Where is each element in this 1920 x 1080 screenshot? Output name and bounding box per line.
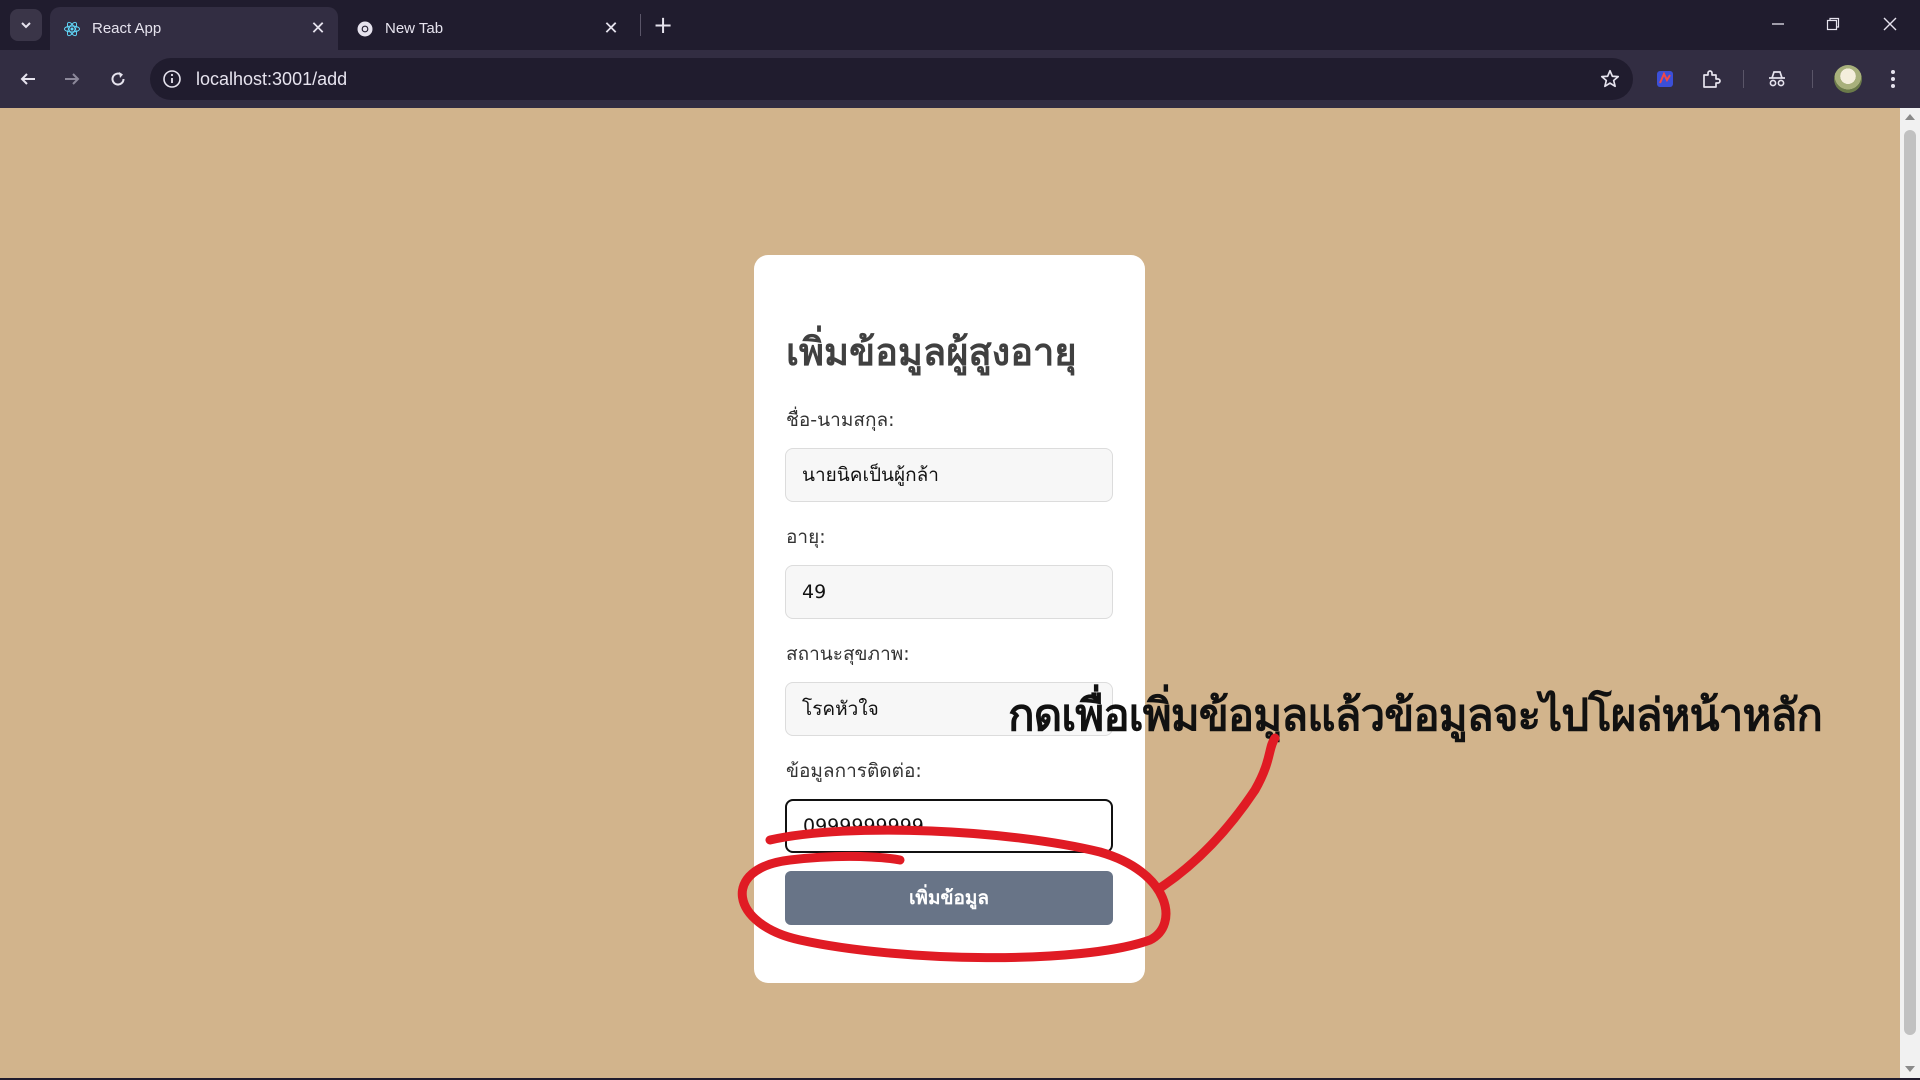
close-window-button[interactable] xyxy=(1870,8,1910,40)
star-icon[interactable] xyxy=(1599,68,1621,90)
info-icon[interactable] xyxy=(162,69,182,89)
contact-label: ข้อมูลการติดต่อ: xyxy=(786,760,922,782)
minimize-button[interactable] xyxy=(1758,8,1798,40)
profile-avatar[interactable] xyxy=(1834,65,1862,93)
address-bar[interactable]: localhost:3001/add xyxy=(150,58,1633,100)
react-icon xyxy=(62,19,82,39)
browser-toolbar: localhost:3001/add xyxy=(0,50,1920,108)
toolbar-divider xyxy=(1812,70,1813,88)
reload-icon xyxy=(111,72,125,86)
extension-badge-icon[interactable] xyxy=(1651,65,1679,93)
form-title: เพิ่มข้อมูลผู้สูงอายุ xyxy=(786,330,1077,374)
contact-input[interactable]: 0999999999 xyxy=(785,799,1113,853)
tab-title: React App xyxy=(92,20,162,37)
url-text: localhost:3001/add xyxy=(196,69,348,89)
chrome-icon xyxy=(355,19,375,39)
back-button[interactable] xyxy=(12,63,44,95)
tab-strip: React App ✕ New Tab ✕ + xyxy=(0,0,1920,50)
tab-new-tab[interactable]: New Tab ✕ xyxy=(343,7,631,50)
restore-button[interactable] xyxy=(1813,8,1853,40)
contact-input-value: 0999999999 xyxy=(803,815,924,837)
tab-divider xyxy=(640,14,641,36)
incognito-icon[interactable] xyxy=(1763,65,1791,93)
scrollbar-thumb[interactable] xyxy=(1904,130,1916,1035)
tab-search-button[interactable] xyxy=(10,9,42,41)
age-label: อายุ: xyxy=(786,526,826,548)
puzzle-icon[interactable] xyxy=(1697,65,1725,93)
add-elderly-form: เพิ่มข้อมูลผู้สูงอายุ ชื่อ-นามสกุล: นายน… xyxy=(754,255,1145,983)
name-input[interactable]: นายนิคเป็นผู้กล้า xyxy=(785,448,1113,502)
tab-react-app[interactable]: React App ✕ xyxy=(50,7,338,50)
chevron-down-icon xyxy=(21,22,31,29)
more-menu-icon[interactable] xyxy=(1879,65,1907,93)
add-data-button-label: เพิ่มข้อมูล xyxy=(908,887,990,909)
name-label: ชื่อ-นามสกุล: xyxy=(786,409,895,431)
age-input-value: 49 xyxy=(802,581,827,603)
arrow-left-icon xyxy=(20,73,35,85)
minimize-icon xyxy=(1772,23,1784,25)
annotation-text: กดเพื่อเพิ่มข้อมูลแล้วข้อมูลจะไปโผล่หน้า… xyxy=(1008,690,1823,741)
health-status-label: สถานะสุขภาพ: xyxy=(786,643,910,665)
toolbar-divider xyxy=(1743,70,1744,88)
forward-button[interactable] xyxy=(56,63,88,95)
health-status-input-value: โรคหัวใจ xyxy=(802,698,879,720)
restore-icon xyxy=(1826,17,1840,31)
close-icon[interactable]: ✕ xyxy=(597,15,625,43)
tab-title: New Tab xyxy=(385,20,444,37)
reload-button[interactable] xyxy=(102,63,134,95)
add-data-button[interactable]: เพิ่มข้อมูล xyxy=(785,871,1113,925)
vertical-scrollbar[interactable] xyxy=(1900,108,1920,1078)
scroll-up-icon[interactable] xyxy=(1905,114,1915,120)
new-tab-button[interactable]: + xyxy=(648,10,678,40)
arrow-right-icon xyxy=(65,73,80,85)
name-input-value: นายนิคเป็นผู้กล้า xyxy=(802,464,939,486)
close-icon xyxy=(1883,17,1897,31)
age-input[interactable]: 49 xyxy=(785,565,1113,619)
scroll-down-icon[interactable] xyxy=(1905,1066,1915,1072)
close-icon[interactable]: ✕ xyxy=(304,15,332,43)
